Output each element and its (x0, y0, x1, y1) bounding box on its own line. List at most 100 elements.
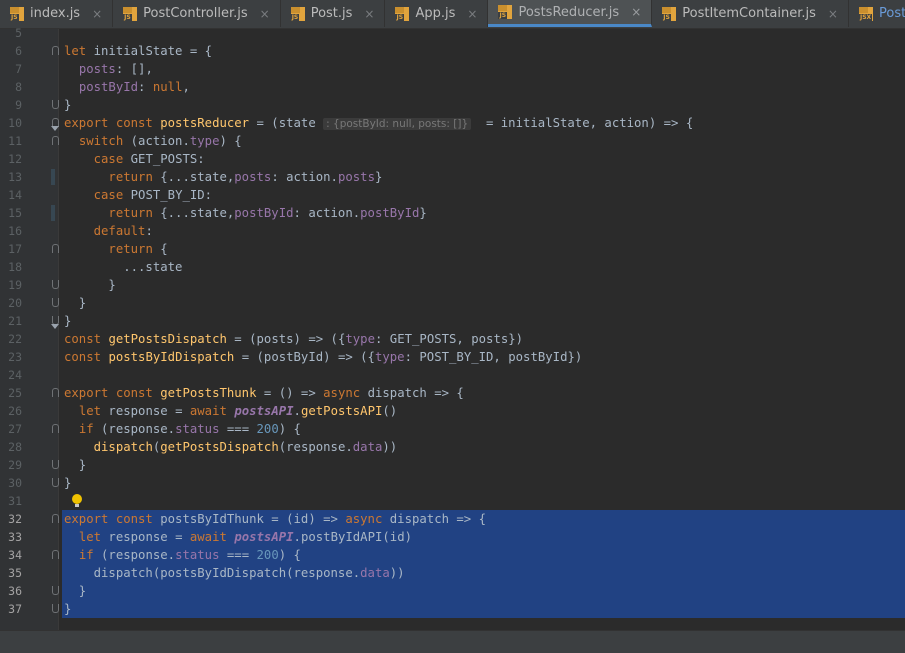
line-number: 12 (8, 152, 22, 166)
code-line[interactable]: 21} (0, 312, 905, 330)
tab-label: PostItemContainer.js (682, 6, 816, 21)
code-line[interactable]: 29 } (0, 456, 905, 474)
code-text: return {...state,posts: action.posts} (108, 170, 383, 184)
fold-marker-icon[interactable] (52, 604, 59, 613)
fold-marker-icon[interactable] (52, 424, 59, 433)
change-marker (51, 169, 55, 185)
tab-label: PostController.js (143, 6, 248, 21)
code-line[interactable]: 9} (0, 96, 905, 114)
js-file-icon (395, 6, 410, 21)
close-tab-icon[interactable]: × (364, 7, 374, 21)
code-text: case POST_BY_ID: (93, 188, 213, 202)
code-line[interactable]: 13 return {...state,posts: action.posts} (0, 168, 905, 186)
code-text: } (64, 602, 72, 616)
line-number: 14 (8, 188, 22, 202)
code-text: case GET_POSTS: (93, 152, 205, 166)
code-line[interactable]: 28 dispatch(getPostsDispatch(response.da… (0, 438, 905, 456)
line-number: 36 (8, 584, 22, 598)
code-line[interactable]: 7 posts: [], (0, 60, 905, 78)
tab-index-js[interactable]: index.js × (0, 0, 114, 27)
code-line[interactable]: 14 case POST_BY_ID: (0, 186, 905, 204)
line-number: 29 (8, 458, 22, 472)
close-tab-icon[interactable]: × (467, 7, 477, 21)
code-line[interactable]: 16 default: (0, 222, 905, 240)
code-line[interactable]: 15 return {...state,postById: action.pos… (0, 204, 905, 222)
close-tab-icon[interactable]: × (260, 7, 270, 21)
line-number: 30 (8, 476, 22, 490)
fold-marker-icon[interactable] (52, 388, 59, 397)
line-number: 11 (8, 134, 22, 148)
code-text: export const postsReducer = (state : {po… (64, 116, 694, 130)
code-line[interactable]: 31 (0, 492, 905, 510)
code-line[interactable]: 32 export const postsByIdThunk = (id) => … (0, 510, 905, 528)
close-tab-icon[interactable]: × (828, 7, 838, 21)
js-file-icon (10, 6, 24, 21)
code-line[interactable]: 8 postById: null, (0, 78, 905, 96)
tab-postitem-jsx[interactable]: PostItem.jsx× (849, 0, 905, 27)
fold-marker-icon[interactable] (52, 46, 59, 55)
fold-marker-icon[interactable] (52, 280, 59, 289)
fold-marker-icon[interactable] (52, 586, 59, 595)
code-line[interactable]: 11 switch (action.type) { (0, 132, 905, 150)
code-text: const getPostsDispatch = (posts) => ({ty… (64, 332, 524, 346)
fold-marker-icon[interactable] (52, 244, 59, 253)
code-text: } (64, 278, 116, 292)
code-line[interactable]: 37} (0, 600, 905, 618)
code-line[interactable]: 17 return { (0, 240, 905, 258)
line-number: 19 (8, 278, 22, 292)
fold-marker-icon[interactable] (52, 460, 59, 469)
fold-marker-icon[interactable] (52, 550, 59, 559)
bottom-panel-edge (0, 630, 905, 653)
fold-marker-icon[interactable] (52, 298, 59, 307)
code-line[interactable]: 20 } (0, 294, 905, 312)
code-line[interactable]: 6 let initialState = { (0, 42, 905, 60)
code-text: let response = await postsAPI.getPostsAP… (78, 404, 398, 418)
tab-post-js[interactable]: Post.js × (281, 0, 386, 27)
code-line[interactable]: 12 case GET_POSTS: (0, 150, 905, 168)
tab-postsreducer-js[interactable]: PostsReducer.js × (488, 0, 653, 27)
code-line[interactable]: 19 } (0, 276, 905, 294)
tab-app-js[interactable]: App.js × (385, 0, 489, 27)
line-number: 22 (8, 332, 22, 346)
code-text: ...state (64, 260, 183, 274)
code-line[interactable]: 5 (0, 24, 905, 42)
code-editor[interactable]: 5 6 let initialState = {7 posts: [], 8 post… (0, 26, 905, 630)
tab-postitemcontainer-js[interactable]: PostItemContainer.js × (652, 0, 849, 27)
code-text: switch (action.type) { (78, 134, 242, 148)
tab-label: App.js (415, 6, 456, 21)
line-number: 25 (8, 386, 22, 400)
code-text: const postsByIdDispatch = (postById) => … (64, 350, 583, 364)
close-tab-icon[interactable]: × (92, 7, 102, 21)
tab-postcontroller-js[interactable]: PostController.js × (113, 0, 281, 27)
code-line[interactable]: 30} (0, 474, 905, 492)
code-text: } (64, 458, 87, 472)
code-line[interactable]: 35 dispatch(postsByIdDispatch(response.d… (0, 564, 905, 582)
fold-marker-icon[interactable] (52, 478, 59, 487)
code-line[interactable]: 34 if (response.status === 200) { (0, 546, 905, 564)
js-file-icon (123, 6, 138, 21)
code-line[interactable]: 25 export const getPostsThunk = () => asy… (0, 384, 905, 402)
line-number: 33 (8, 530, 22, 544)
close-tab-icon[interactable]: × (631, 5, 641, 19)
line-number: 21 (8, 314, 22, 328)
code-text: export const postsByIdThunk = (id) => as… (64, 512, 487, 526)
lightbulb-icon[interactable] (72, 494, 82, 507)
code-line[interactable]: 23 const postsByIdDispatch = (postById) =… (0, 348, 905, 366)
code-line[interactable]: 10 export const postsReducer = (state : {… (0, 114, 905, 132)
code-text: } (64, 314, 72, 328)
fold-marker-icon[interactable] (52, 514, 59, 523)
code-text: } (64, 476, 72, 490)
code-line[interactable]: 26 let response = await postsAPI.getPost… (0, 402, 905, 420)
code-line[interactable]: 33 let response = await postsAPI.postByI… (0, 528, 905, 546)
code-text: let response = await postsAPI.postByIdAP… (78, 530, 413, 544)
code-line[interactable]: 27 if (response.status === 200) { (0, 420, 905, 438)
line-number: 20 (8, 296, 22, 310)
fold-marker-icon[interactable] (52, 100, 59, 109)
fold-marker-icon[interactable] (52, 136, 59, 145)
code-line[interactable]: 18 ...state (0, 258, 905, 276)
code-line[interactable]: 24 (0, 366, 905, 384)
code-line[interactable]: 36 } (0, 582, 905, 600)
code-line[interactable]: 22 const getPostsDispatch = (posts) => ({… (0, 330, 905, 348)
line-number: 37 (8, 602, 22, 616)
line-number: 17 (8, 242, 22, 256)
